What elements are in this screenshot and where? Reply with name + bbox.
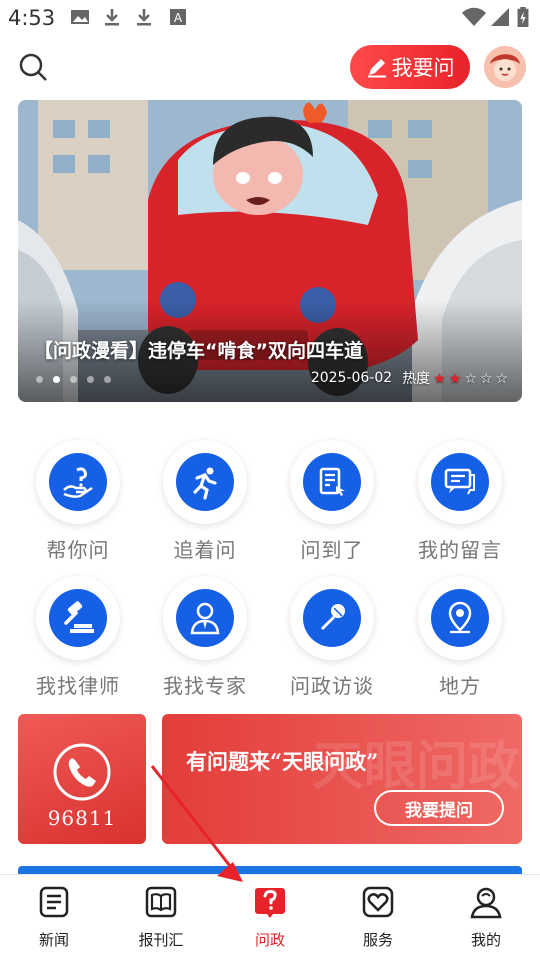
grid-item-interview[interactable]: 问政访谈	[272, 576, 392, 699]
download-icon	[137, 9, 151, 26]
book-icon	[145, 886, 177, 918]
question-icon	[255, 888, 285, 918]
heat-star-icon: ☆	[479, 371, 493, 387]
gavel-icon	[49, 589, 107, 647]
hotline-number: 96811	[47, 806, 117, 830]
heat-rating: 热度 ★ ★ ☆ ☆ ☆	[402, 368, 508, 388]
news-banner[interactable]: 【问政漫看】违停车“啃食”双向四车道 2025-06-02 热度 ★ ★ ☆ ☆ ☆	[18, 100, 522, 402]
carousel-dot[interactable]	[53, 376, 60, 383]
heat-star-icon: ★	[448, 371, 462, 387]
wifi-icon	[462, 7, 486, 26]
running-icon	[176, 453, 234, 511]
battery-icon	[517, 7, 529, 27]
pen-icon	[367, 59, 386, 78]
news-icon	[39, 886, 69, 918]
ask-button-label: 我要问	[391, 56, 455, 80]
tab-services[interactable]: 服务	[328, 885, 428, 950]
svg-text:A: A	[174, 11, 183, 25]
grid-item-answered[interactable]: 问到了	[272, 440, 392, 563]
submit-question-button[interactable]: 我要提问	[374, 790, 504, 826]
tab-label: 我的	[470, 931, 501, 949]
promo-card[interactable]: 天眼问政 有问题来“天眼问政” 我要提问	[162, 714, 522, 844]
grid-item-local[interactable]: 地方	[400, 576, 520, 699]
grid-label: 我的留言	[418, 538, 502, 562]
grid-item-find-lawyer[interactable]: 我找律师	[18, 576, 138, 699]
tab-label: 新闻	[38, 931, 69, 949]
message-icon	[431, 453, 489, 511]
user-icon	[470, 887, 502, 919]
download-icon	[105, 9, 119, 26]
status-time: 4:53	[8, 6, 56, 30]
search-icon[interactable]	[18, 52, 48, 82]
app-header: 我要问	[0, 36, 540, 98]
tab-label: 问政	[254, 931, 285, 949]
grid-label: 问政访谈	[290, 674, 374, 698]
carousel-dot[interactable]	[70, 376, 77, 383]
banner-title: 【问政漫看】违停车“啃食”双向四车道	[34, 340, 363, 362]
heat-star-icon: ★	[433, 371, 446, 387]
grid-label: 我找专家	[163, 674, 247, 698]
grid-item-help-ask[interactable]: 帮你问	[18, 440, 138, 563]
document-touch-icon	[303, 453, 361, 511]
tab-periodicals[interactable]: 报刊汇	[111, 885, 211, 950]
heart-icon	[362, 886, 394, 918]
hotline-card[interactable]: 96811	[18, 714, 146, 844]
grid-item-chase-ask[interactable]: 追着问	[145, 440, 265, 563]
location-icon	[431, 589, 489, 647]
tab-news[interactable]: 新闻	[4, 885, 104, 950]
microphone-icon	[303, 589, 361, 647]
promo-slogan: 有问题来“天眼问政”	[186, 749, 379, 774]
grid-label: 地方	[439, 674, 481, 698]
tab-wenzheng[interactable]: 问政	[220, 885, 320, 950]
grid-label: 我找律师	[36, 674, 120, 698]
status-bar: 4:53 A	[0, 0, 540, 36]
banner-meta: 2025-06-02 热度 ★ ★ ☆ ☆ ☆	[311, 368, 508, 388]
tab-label: 报刊汇	[138, 931, 184, 949]
carousel-dot[interactable]	[36, 376, 43, 383]
grid-item-find-expert[interactable]: 我找专家	[145, 576, 265, 699]
heat-star-icon: ☆	[495, 371, 508, 387]
help-ask-icon	[49, 453, 107, 511]
tab-mine[interactable]: 我的	[436, 885, 536, 950]
grid-label: 问到了	[300, 538, 364, 562]
heat-stars: ★ ★ ☆ ☆ ☆	[430, 371, 508, 387]
heat-label: 热度	[402, 371, 431, 387]
avatar[interactable]	[484, 46, 526, 88]
heat-star-icon: ☆	[464, 371, 477, 387]
phone-icon	[53, 743, 111, 801]
grid-item-my-messages[interactable]: 我的留言	[400, 440, 520, 563]
tab-label: 服务	[362, 931, 393, 949]
ask-question-button[interactable]: 我要问	[350, 45, 470, 89]
carousel-dot[interactable]	[104, 376, 111, 383]
carousel-dot[interactable]	[87, 376, 94, 383]
carousel-dots	[36, 376, 111, 383]
banner-date: 2025-06-02	[310, 370, 393, 386]
grid-label: 追着问	[173, 538, 237, 562]
bottom-tab-bar: 新闻 报刊汇 问政 服务 我的	[0, 874, 540, 960]
image-icon	[71, 10, 89, 24]
expert-icon	[176, 589, 234, 647]
signal-icon	[491, 8, 509, 26]
grid-label: 帮你问	[46, 538, 110, 562]
font-app-icon: A	[170, 9, 186, 25]
